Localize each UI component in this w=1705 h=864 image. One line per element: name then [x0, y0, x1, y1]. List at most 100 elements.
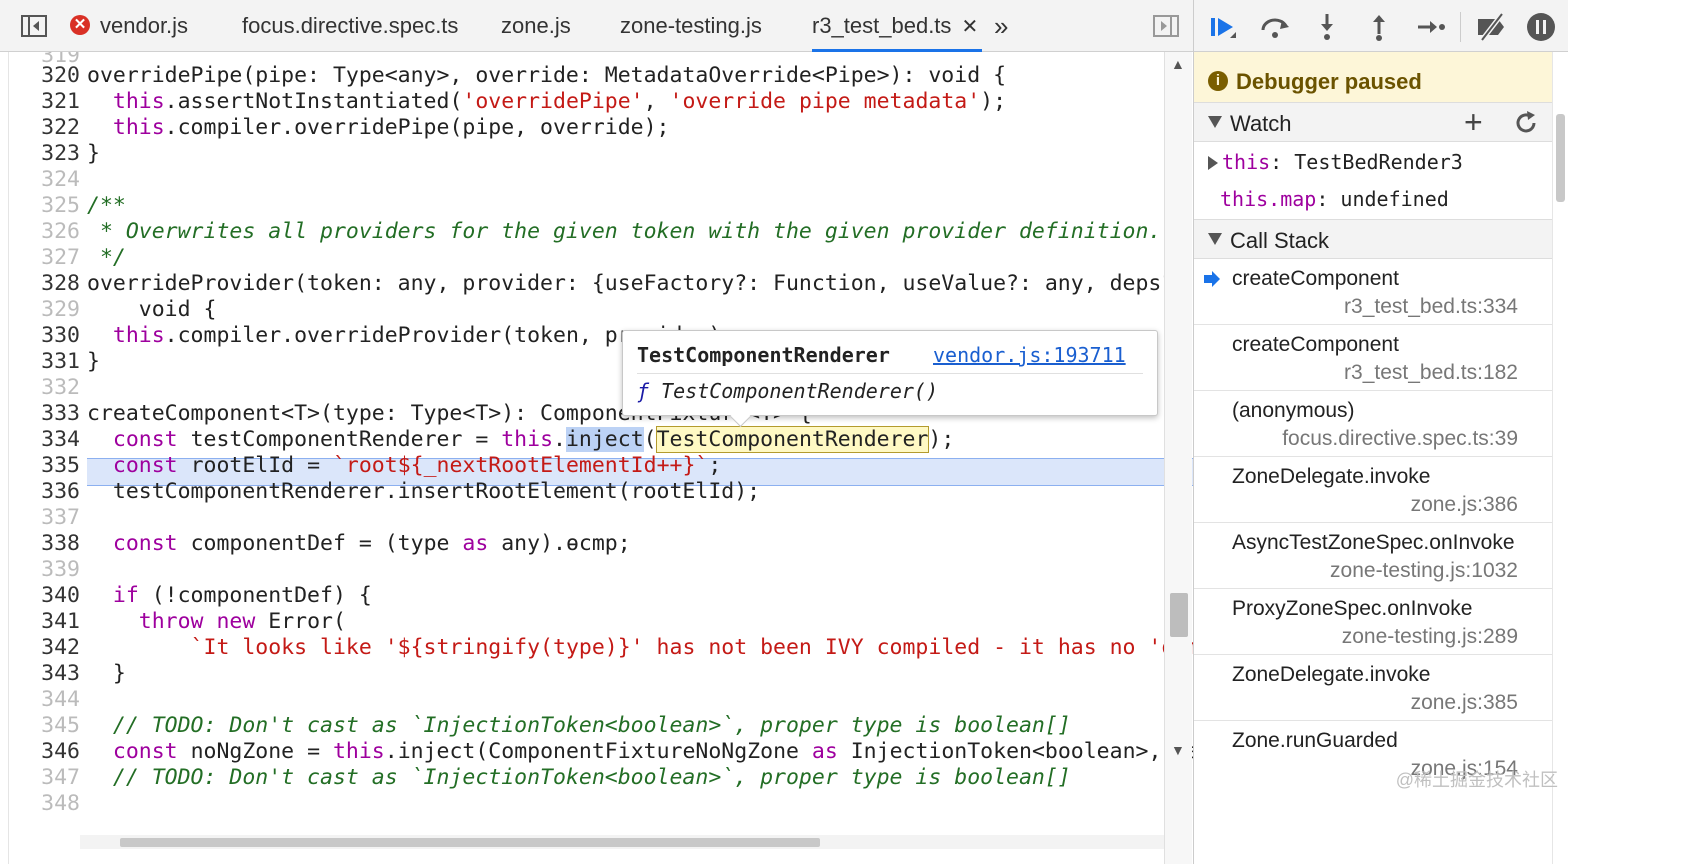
popover-title: TestComponentRenderer	[637, 343, 890, 367]
code-line: throw new Error(	[138, 609, 346, 634]
editor-vertical-scrollbar[interactable]: ▲ ▼	[1164, 52, 1192, 864]
code-line: const testComponentRenderer = this.injec…	[112, 426, 955, 453]
line-number[interactable]: 329	[8, 296, 80, 324]
line-number[interactable]: 344	[8, 686, 80, 714]
line-number[interactable]: 326	[8, 218, 80, 246]
watch-value: undefined	[1340, 187, 1449, 211]
callstack-frame[interactable]: createComponent r3_test_bed.ts:182	[1194, 325, 1552, 391]
line-number[interactable]: 336	[8, 478, 80, 506]
callstack-section-header[interactable]: Call Stack	[1194, 219, 1552, 259]
popover-divider	[637, 373, 1143, 374]
info-icon: i	[1208, 71, 1228, 91]
deactivate-breakpoints-icon[interactable]	[1474, 10, 1508, 44]
refresh-icon[interactable]	[1512, 109, 1540, 137]
scrollbar-thumb[interactable]	[120, 838, 820, 847]
line-number[interactable]: 327	[8, 244, 80, 272]
line-number[interactable]: 334	[8, 426, 80, 454]
step-out-icon[interactable]	[1362, 10, 1396, 44]
line-number[interactable]: 325	[8, 192, 80, 220]
resume-icon[interactable]	[1206, 10, 1240, 44]
current-frame-arrow-icon	[1204, 271, 1220, 287]
tab-zone-testing[interactable]: zone-testing.js	[620, 0, 762, 52]
line-number[interactable]: 324	[8, 166, 80, 194]
code-line: overrideProvider(token: any, provider: {…	[87, 271, 1227, 296]
step-over-icon[interactable]	[1258, 10, 1292, 44]
sidebar-vertical-scrollbar[interactable]	[1552, 52, 1568, 864]
scroll-up-icon[interactable]: ▲	[1171, 56, 1185, 72]
watch-item[interactable]: this: TestBedRender3	[1194, 142, 1586, 182]
callstack-frame[interactable]: (anonymous) focus.directive.spec.ts:39	[1194, 391, 1552, 457]
line-number[interactable]: 342	[8, 634, 80, 662]
scroll-down-icon[interactable]: ▼	[1171, 742, 1185, 758]
line-number[interactable]: 320	[8, 62, 80, 90]
tab-r3-test-bed[interactable]: r3_test_bed.ts ✕	[812, 0, 983, 52]
line-number[interactable]: 335	[8, 452, 80, 480]
step-icon[interactable]	[1414, 10, 1448, 44]
more-tabs-icon[interactable]: »	[994, 0, 1008, 52]
line-number[interactable]: 331	[8, 348, 80, 376]
step-into-icon[interactable]	[1310, 10, 1344, 44]
toggle-navigator-icon[interactable]	[20, 12, 48, 40]
tab-focus-directive-spec[interactable]: focus.directive.spec.ts	[242, 0, 458, 52]
watch-title: Watch	[1230, 111, 1292, 136]
frame-location: zone.js:386	[1410, 493, 1518, 516]
pause-on-exceptions-icon[interactable]	[1524, 10, 1558, 44]
frame-name: ProxyZoneSpec.onInvoke	[1232, 597, 1473, 620]
line-number[interactable]: 323	[8, 140, 80, 168]
hover-popover: TestComponentRenderer vendor.js:193711 ƒ…	[622, 330, 1158, 428]
line-number[interactable]: 341	[8, 608, 80, 636]
line-number[interactable]: 338	[8, 530, 80, 558]
code-editor[interactable]: 319 320 321 322 323 324 325 326 327 328 …	[0, 52, 1268, 864]
callstack-frame[interactable]: ZoneDelegate.invoke zone.js:386	[1194, 457, 1552, 523]
line-number[interactable]: 321	[8, 88, 80, 116]
popover-source-link[interactable]: vendor.js:193711	[933, 343, 1126, 367]
callstack-frame[interactable]: ProxyZoneSpec.onInvoke zone-testing.js:2…	[1194, 589, 1552, 655]
line-number[interactable]: 332	[8, 374, 80, 402]
tab-label: zone-testing.js	[620, 13, 762, 38]
line-number[interactable]: 328	[8, 270, 80, 298]
line-number[interactable]: 322	[8, 114, 80, 142]
code-line: }	[87, 141, 100, 166]
line-number[interactable]: 343	[8, 660, 80, 688]
code-line: this.compiler.overridePipe(pipe, overrid…	[112, 115, 670, 140]
error-icon: ✕	[70, 15, 90, 36]
add-watch-icon[interactable]: +	[1464, 105, 1483, 139]
line-number[interactable]: 347	[8, 764, 80, 792]
scrollbar-thumb[interactable]	[1170, 593, 1188, 637]
frame-name: createComponent	[1232, 267, 1399, 290]
frame-location: focus.directive.spec.ts:39	[1282, 427, 1518, 450]
callstack-frame[interactable]: ZoneDelegate.invoke zone.js:385	[1194, 655, 1552, 721]
tab-zone-js[interactable]: zone.js	[501, 0, 571, 52]
callstack-frame[interactable]: createComponent r3_test_bed.ts:334	[1194, 259, 1552, 325]
scrollbar-thumb[interactable]	[1556, 114, 1565, 202]
toggle-debugger-sidebar-icon[interactable]	[1152, 12, 1180, 40]
paused-status-text: Debugger paused	[1236, 69, 1422, 94]
code-line: if (!componentDef) {	[112, 583, 372, 608]
code-line: const noNgZone = this.inject(ComponentFi…	[112, 739, 1227, 764]
code-line: */	[87, 245, 126, 270]
watch-key: this.map	[1220, 187, 1317, 211]
code-line: this.assertNotInstantiated('overridePipe…	[112, 89, 1007, 114]
close-tab-icon[interactable]: ✕	[961, 16, 978, 38]
watch-item[interactable]: this.map: undefined	[1194, 179, 1586, 219]
code-line: void {	[87, 297, 217, 322]
tab-label: vendor.js	[100, 13, 189, 38]
code-line: /**	[87, 193, 126, 218]
expand-icon[interactable]	[1208, 156, 1218, 170]
callstack-frame[interactable]: AsyncTestZoneSpec.onInvoke zone-testing.…	[1194, 523, 1552, 589]
line-number[interactable]: 345	[8, 712, 80, 740]
tab-vendor-js[interactable]: ✕ vendor.js	[70, 0, 188, 52]
line-number[interactable]: 333	[8, 400, 80, 428]
frame-name: ZoneDelegate.invoke	[1232, 465, 1431, 488]
watch-section-header[interactable]: Watch +	[1194, 102, 1552, 142]
function-icon: ƒ	[637, 379, 650, 403]
editor-horizontal-scrollbar[interactable]	[80, 835, 1164, 849]
line-number[interactable]: 330	[8, 322, 80, 350]
line-number[interactable]: 346	[8, 738, 80, 766]
frame-name: (anonymous)	[1232, 399, 1355, 422]
line-number[interactable]: 339	[8, 556, 80, 584]
code-line: }	[87, 661, 126, 686]
line-number[interactable]: 337	[8, 504, 80, 532]
line-number[interactable]: 340	[8, 582, 80, 610]
line-number[interactable]: 348	[8, 790, 80, 818]
